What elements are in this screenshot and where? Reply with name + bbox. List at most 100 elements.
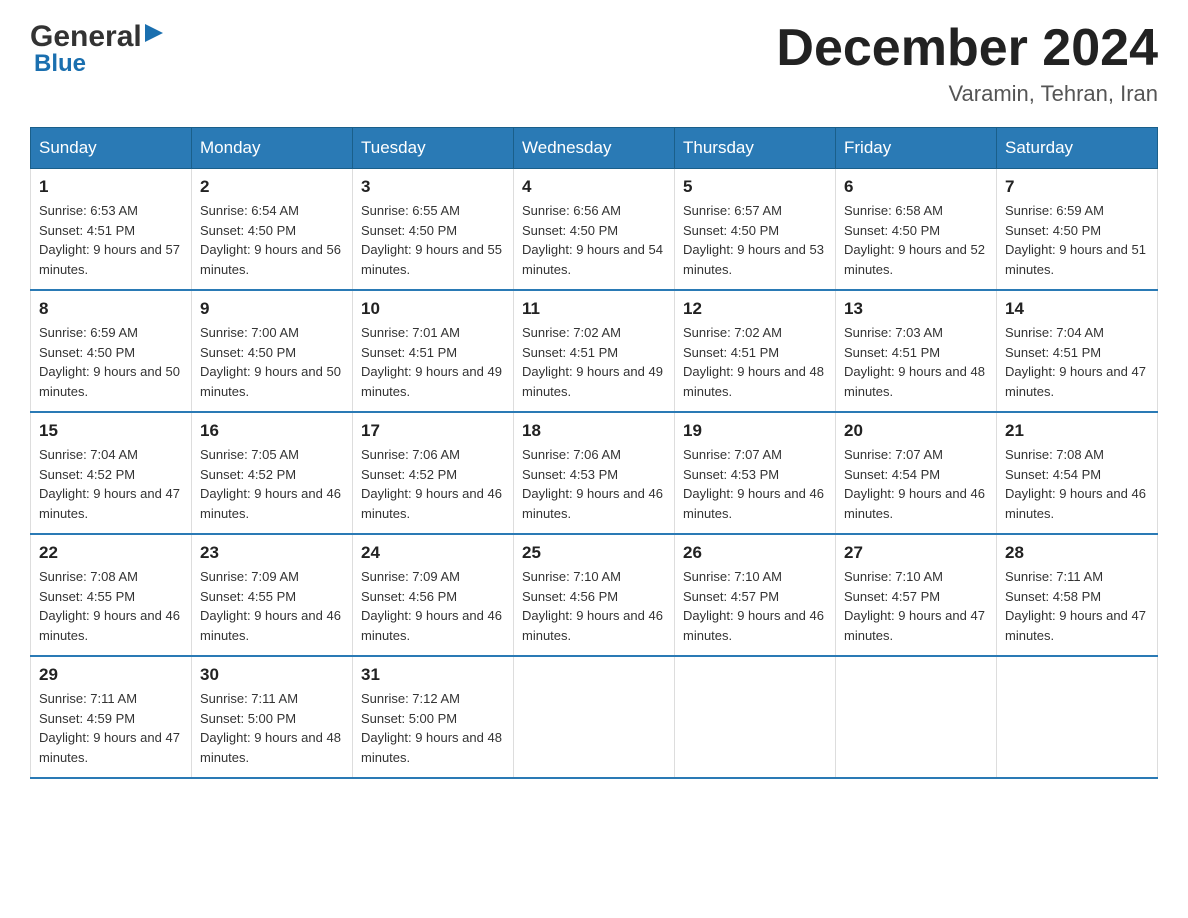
calendar-cell: 10 Sunrise: 7:01 AM Sunset: 4:51 PM Dayl… bbox=[353, 290, 514, 412]
day-info: Sunrise: 6:54 AM Sunset: 4:50 PM Dayligh… bbox=[200, 201, 344, 279]
calendar-cell: 14 Sunrise: 7:04 AM Sunset: 4:51 PM Dayl… bbox=[997, 290, 1158, 412]
calendar-cell: 12 Sunrise: 7:02 AM Sunset: 4:51 PM Dayl… bbox=[675, 290, 836, 412]
day-number: 1 bbox=[39, 177, 183, 197]
day-number: 5 bbox=[683, 177, 827, 197]
day-info: Sunrise: 7:10 AM Sunset: 4:56 PM Dayligh… bbox=[522, 567, 666, 645]
day-info: Sunrise: 7:06 AM Sunset: 4:53 PM Dayligh… bbox=[522, 445, 666, 523]
calendar-week-row: 1 Sunrise: 6:53 AM Sunset: 4:51 PM Dayli… bbox=[31, 169, 1158, 291]
calendar-cell: 27 Sunrise: 7:10 AM Sunset: 4:57 PM Dayl… bbox=[836, 534, 997, 656]
calendar-week-row: 29 Sunrise: 7:11 AM Sunset: 4:59 PM Dayl… bbox=[31, 656, 1158, 778]
day-info: Sunrise: 7:09 AM Sunset: 4:56 PM Dayligh… bbox=[361, 567, 505, 645]
calendar-cell: 17 Sunrise: 7:06 AM Sunset: 4:52 PM Dayl… bbox=[353, 412, 514, 534]
calendar-cell bbox=[675, 656, 836, 778]
day-number: 10 bbox=[361, 299, 505, 319]
logo-arrow-icon bbox=[145, 24, 163, 47]
page-header: General Blue December 2024 Varamin, Tehr… bbox=[30, 20, 1158, 107]
calendar-cell: 31 Sunrise: 7:12 AM Sunset: 5:00 PM Dayl… bbox=[353, 656, 514, 778]
calendar-cell: 22 Sunrise: 7:08 AM Sunset: 4:55 PM Dayl… bbox=[31, 534, 192, 656]
day-info: Sunrise: 7:09 AM Sunset: 4:55 PM Dayligh… bbox=[200, 567, 344, 645]
day-info: Sunrise: 6:55 AM Sunset: 4:50 PM Dayligh… bbox=[361, 201, 505, 279]
day-info: Sunrise: 7:01 AM Sunset: 4:51 PM Dayligh… bbox=[361, 323, 505, 401]
calendar-cell: 20 Sunrise: 7:07 AM Sunset: 4:54 PM Dayl… bbox=[836, 412, 997, 534]
day-info: Sunrise: 7:08 AM Sunset: 4:54 PM Dayligh… bbox=[1005, 445, 1149, 523]
calendar-cell: 28 Sunrise: 7:11 AM Sunset: 4:58 PM Dayl… bbox=[997, 534, 1158, 656]
calendar-cell: 6 Sunrise: 6:58 AM Sunset: 4:50 PM Dayli… bbox=[836, 169, 997, 291]
day-number: 4 bbox=[522, 177, 666, 197]
day-number: 11 bbox=[522, 299, 666, 319]
day-number: 18 bbox=[522, 421, 666, 441]
day-number: 7 bbox=[1005, 177, 1149, 197]
day-number: 6 bbox=[844, 177, 988, 197]
calendar-cell: 3 Sunrise: 6:55 AM Sunset: 4:50 PM Dayli… bbox=[353, 169, 514, 291]
calendar-week-row: 22 Sunrise: 7:08 AM Sunset: 4:55 PM Dayl… bbox=[31, 534, 1158, 656]
day-number: 3 bbox=[361, 177, 505, 197]
calendar-cell: 13 Sunrise: 7:03 AM Sunset: 4:51 PM Dayl… bbox=[836, 290, 997, 412]
day-info: Sunrise: 6:59 AM Sunset: 4:50 PM Dayligh… bbox=[39, 323, 183, 401]
column-header-sunday: Sunday bbox=[31, 128, 192, 169]
calendar-cell: 5 Sunrise: 6:57 AM Sunset: 4:50 PM Dayli… bbox=[675, 169, 836, 291]
day-info: Sunrise: 7:03 AM Sunset: 4:51 PM Dayligh… bbox=[844, 323, 988, 401]
day-number: 31 bbox=[361, 665, 505, 685]
day-info: Sunrise: 7:10 AM Sunset: 4:57 PM Dayligh… bbox=[844, 567, 988, 645]
day-info: Sunrise: 7:05 AM Sunset: 4:52 PM Dayligh… bbox=[200, 445, 344, 523]
day-number: 2 bbox=[200, 177, 344, 197]
title-section: December 2024 Varamin, Tehran, Iran bbox=[776, 20, 1158, 107]
day-number: 8 bbox=[39, 299, 183, 319]
column-header-saturday: Saturday bbox=[997, 128, 1158, 169]
calendar-cell: 21 Sunrise: 7:08 AM Sunset: 4:54 PM Dayl… bbox=[997, 412, 1158, 534]
day-info: Sunrise: 7:11 AM Sunset: 4:59 PM Dayligh… bbox=[39, 689, 183, 767]
day-info: Sunrise: 7:07 AM Sunset: 4:54 PM Dayligh… bbox=[844, 445, 988, 523]
logo-general-text: General bbox=[30, 20, 142, 54]
calendar-table: SundayMondayTuesdayWednesdayThursdayFrid… bbox=[30, 127, 1158, 779]
location-text: Varamin, Tehran, Iran bbox=[776, 81, 1158, 107]
column-header-wednesday: Wednesday bbox=[514, 128, 675, 169]
day-info: Sunrise: 7:12 AM Sunset: 5:00 PM Dayligh… bbox=[361, 689, 505, 767]
day-number: 22 bbox=[39, 543, 183, 563]
day-number: 17 bbox=[361, 421, 505, 441]
day-info: Sunrise: 6:57 AM Sunset: 4:50 PM Dayligh… bbox=[683, 201, 827, 279]
calendar-cell: 15 Sunrise: 7:04 AM Sunset: 4:52 PM Dayl… bbox=[31, 412, 192, 534]
day-number: 9 bbox=[200, 299, 344, 319]
calendar-header-row: SundayMondayTuesdayWednesdayThursdayFrid… bbox=[31, 128, 1158, 169]
day-number: 23 bbox=[200, 543, 344, 563]
calendar-cell: 23 Sunrise: 7:09 AM Sunset: 4:55 PM Dayl… bbox=[192, 534, 353, 656]
day-number: 19 bbox=[683, 421, 827, 441]
calendar-cell: 24 Sunrise: 7:09 AM Sunset: 4:56 PM Dayl… bbox=[353, 534, 514, 656]
calendar-cell bbox=[997, 656, 1158, 778]
day-info: Sunrise: 7:11 AM Sunset: 4:58 PM Dayligh… bbox=[1005, 567, 1149, 645]
calendar-cell: 19 Sunrise: 7:07 AM Sunset: 4:53 PM Dayl… bbox=[675, 412, 836, 534]
day-number: 29 bbox=[39, 665, 183, 685]
month-title: December 2024 bbox=[776, 20, 1158, 77]
day-info: Sunrise: 7:11 AM Sunset: 5:00 PM Dayligh… bbox=[200, 689, 344, 767]
day-number: 20 bbox=[844, 421, 988, 441]
column-header-thursday: Thursday bbox=[675, 128, 836, 169]
calendar-cell: 2 Sunrise: 6:54 AM Sunset: 4:50 PM Dayli… bbox=[192, 169, 353, 291]
calendar-cell: 29 Sunrise: 7:11 AM Sunset: 4:59 PM Dayl… bbox=[31, 656, 192, 778]
day-info: Sunrise: 6:53 AM Sunset: 4:51 PM Dayligh… bbox=[39, 201, 183, 279]
column-header-tuesday: Tuesday bbox=[353, 128, 514, 169]
calendar-cell: 18 Sunrise: 7:06 AM Sunset: 4:53 PM Dayl… bbox=[514, 412, 675, 534]
day-number: 21 bbox=[1005, 421, 1149, 441]
calendar-week-row: 8 Sunrise: 6:59 AM Sunset: 4:50 PM Dayli… bbox=[31, 290, 1158, 412]
calendar-week-row: 15 Sunrise: 7:04 AM Sunset: 4:52 PM Dayl… bbox=[31, 412, 1158, 534]
day-info: Sunrise: 7:02 AM Sunset: 4:51 PM Dayligh… bbox=[522, 323, 666, 401]
day-number: 15 bbox=[39, 421, 183, 441]
column-header-friday: Friday bbox=[836, 128, 997, 169]
calendar-cell: 8 Sunrise: 6:59 AM Sunset: 4:50 PM Dayli… bbox=[31, 290, 192, 412]
calendar-cell: 25 Sunrise: 7:10 AM Sunset: 4:56 PM Dayl… bbox=[514, 534, 675, 656]
logo: General Blue bbox=[30, 20, 163, 78]
day-info: Sunrise: 6:56 AM Sunset: 4:50 PM Dayligh… bbox=[522, 201, 666, 279]
day-number: 25 bbox=[522, 543, 666, 563]
day-info: Sunrise: 7:04 AM Sunset: 4:52 PM Dayligh… bbox=[39, 445, 183, 523]
day-number: 28 bbox=[1005, 543, 1149, 563]
day-info: Sunrise: 7:08 AM Sunset: 4:55 PM Dayligh… bbox=[39, 567, 183, 645]
column-header-monday: Monday bbox=[192, 128, 353, 169]
calendar-cell: 16 Sunrise: 7:05 AM Sunset: 4:52 PM Dayl… bbox=[192, 412, 353, 534]
day-info: Sunrise: 7:06 AM Sunset: 4:52 PM Dayligh… bbox=[361, 445, 505, 523]
day-info: Sunrise: 7:10 AM Sunset: 4:57 PM Dayligh… bbox=[683, 567, 827, 645]
calendar-cell: 26 Sunrise: 7:10 AM Sunset: 4:57 PM Dayl… bbox=[675, 534, 836, 656]
day-number: 26 bbox=[683, 543, 827, 563]
day-number: 12 bbox=[683, 299, 827, 319]
day-number: 24 bbox=[361, 543, 505, 563]
calendar-cell: 9 Sunrise: 7:00 AM Sunset: 4:50 PM Dayli… bbox=[192, 290, 353, 412]
